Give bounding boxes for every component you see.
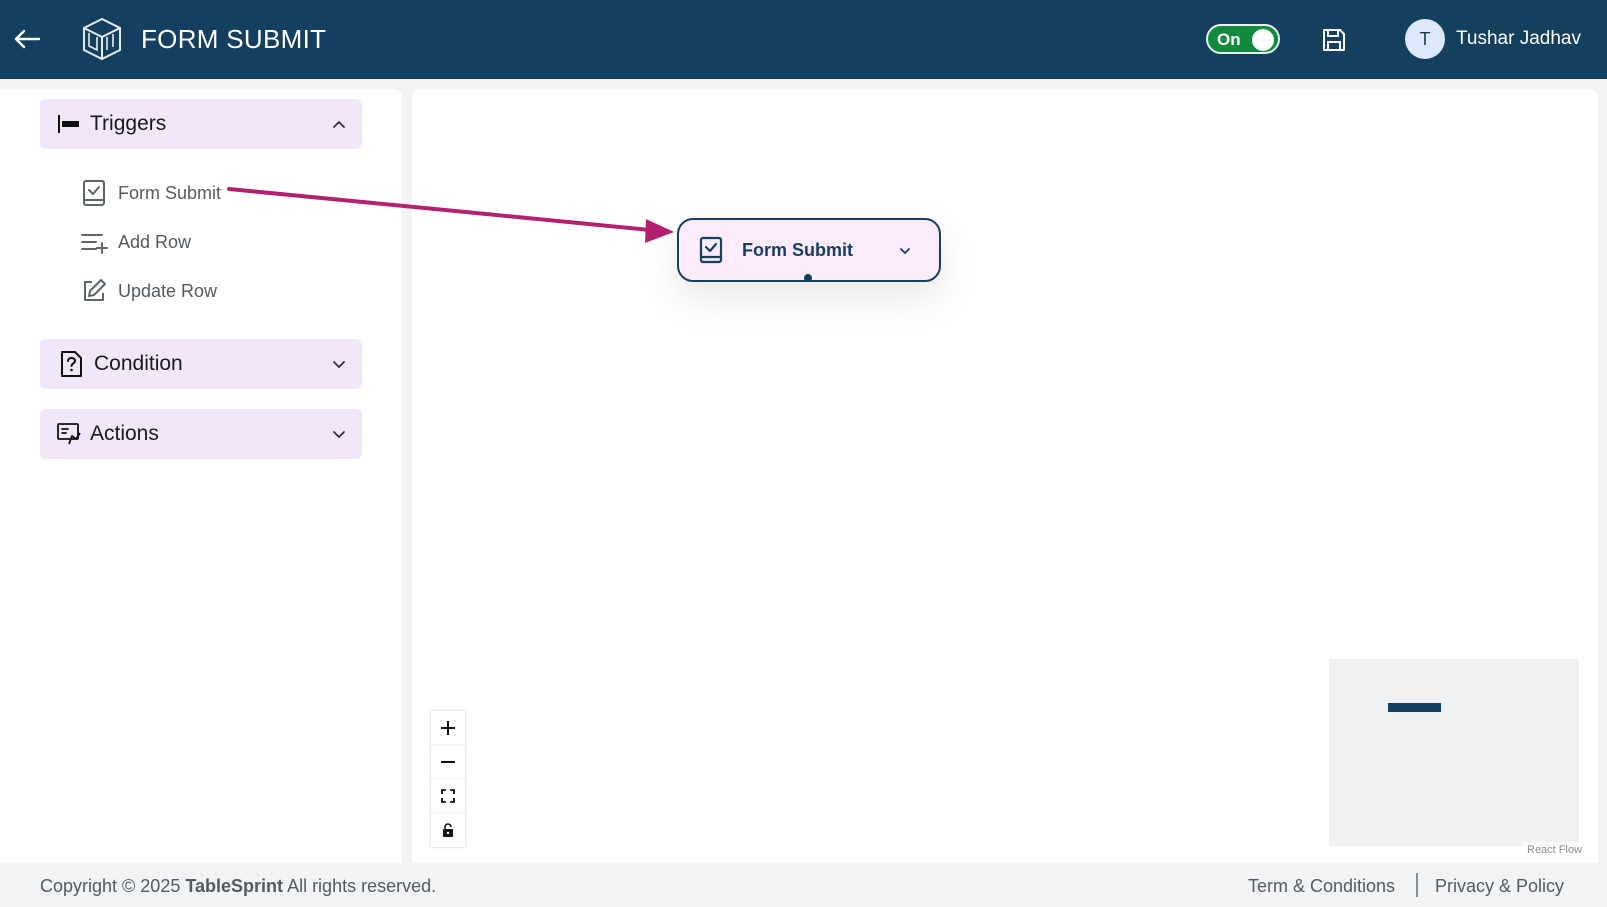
chevron-up-icon[interactable]	[332, 117, 346, 131]
footer: Copyright © 2025 TableSprint All rights …	[0, 863, 1607, 907]
trigger-icon	[56, 111, 82, 137]
chevron-down-icon[interactable]	[332, 427, 346, 441]
sidebar: Triggers Form Submit Add Row Update Row …	[0, 89, 402, 863]
zoom-out-icon[interactable]	[431, 745, 465, 779]
top-app-bar: FORM SUBMIT On T Tushar Jadhav	[0, 0, 1607, 79]
section-label: Actions	[90, 422, 159, 445]
section-condition[interactable]: Condition	[40, 339, 362, 389]
avatar[interactable]: T	[1405, 19, 1445, 59]
add-row-icon	[80, 228, 108, 256]
back-arrow-icon[interactable]	[12, 24, 42, 54]
footer-divider	[1416, 873, 1418, 897]
sidebar-item-add-row[interactable]: Add Row	[80, 225, 191, 259]
sidebar-item-label: Form Submit	[118, 182, 222, 203]
sidebar-item-update-row[interactable]: Update Row	[80, 274, 217, 308]
zoom-in-icon[interactable]	[431, 711, 465, 745]
chevron-down-icon[interactable]	[899, 244, 911, 256]
section-label: Condition	[94, 352, 183, 375]
page-title: FORM SUBMIT	[141, 24, 327, 54]
copyright-suffix: All rights reserved.	[287, 876, 437, 896]
toggle-knob	[1252, 29, 1274, 51]
section-label: Triggers	[90, 112, 167, 135]
terms-link[interactable]: Term & Conditions	[1248, 876, 1395, 897]
form-check-icon	[80, 179, 108, 207]
section-triggers[interactable]: Triggers	[40, 99, 362, 149]
toggle-label: On	[1217, 30, 1241, 49]
react-flow-attribution[interactable]: React Flow	[1523, 842, 1587, 858]
cube-logo-icon	[80, 16, 124, 62]
sidebar-item-form-submit[interactable]: Form Submit	[80, 176, 221, 210]
flow-node-form-submit[interactable]: Form Submit	[677, 218, 941, 282]
sidebar-item-label: Update Row	[118, 280, 218, 301]
minimap-node	[1388, 703, 1441, 712]
copyright-prefix: Copyright © 2025	[40, 876, 181, 896]
sidebar-item-label: Add Row	[118, 231, 192, 252]
zoom-controls	[431, 711, 465, 847]
lock-icon[interactable]	[431, 813, 465, 847]
minimap[interactable]	[1329, 659, 1579, 846]
question-doc-icon	[57, 350, 85, 378]
edit-icon	[80, 277, 108, 305]
node-output-handle[interactable]	[804, 274, 812, 282]
form-check-icon	[697, 236, 725, 264]
chevron-down-icon[interactable]	[332, 357, 346, 371]
section-actions[interactable]: Actions	[40, 409, 362, 459]
save-icon[interactable]	[1318, 24, 1350, 56]
privacy-link[interactable]: Privacy & Policy	[1435, 876, 1564, 897]
fit-view-icon[interactable]	[431, 779, 465, 813]
brand-name: TableSprint	[185, 876, 284, 896]
actions-icon	[56, 421, 82, 447]
node-label: Form Submit	[742, 240, 853, 260]
active-toggle[interactable]: On	[1206, 24, 1280, 54]
user-name[interactable]: Tushar Jadhav	[1456, 28, 1581, 50]
copyright-text: Copyright © 2025 TableSprint All rights …	[40, 876, 436, 897]
